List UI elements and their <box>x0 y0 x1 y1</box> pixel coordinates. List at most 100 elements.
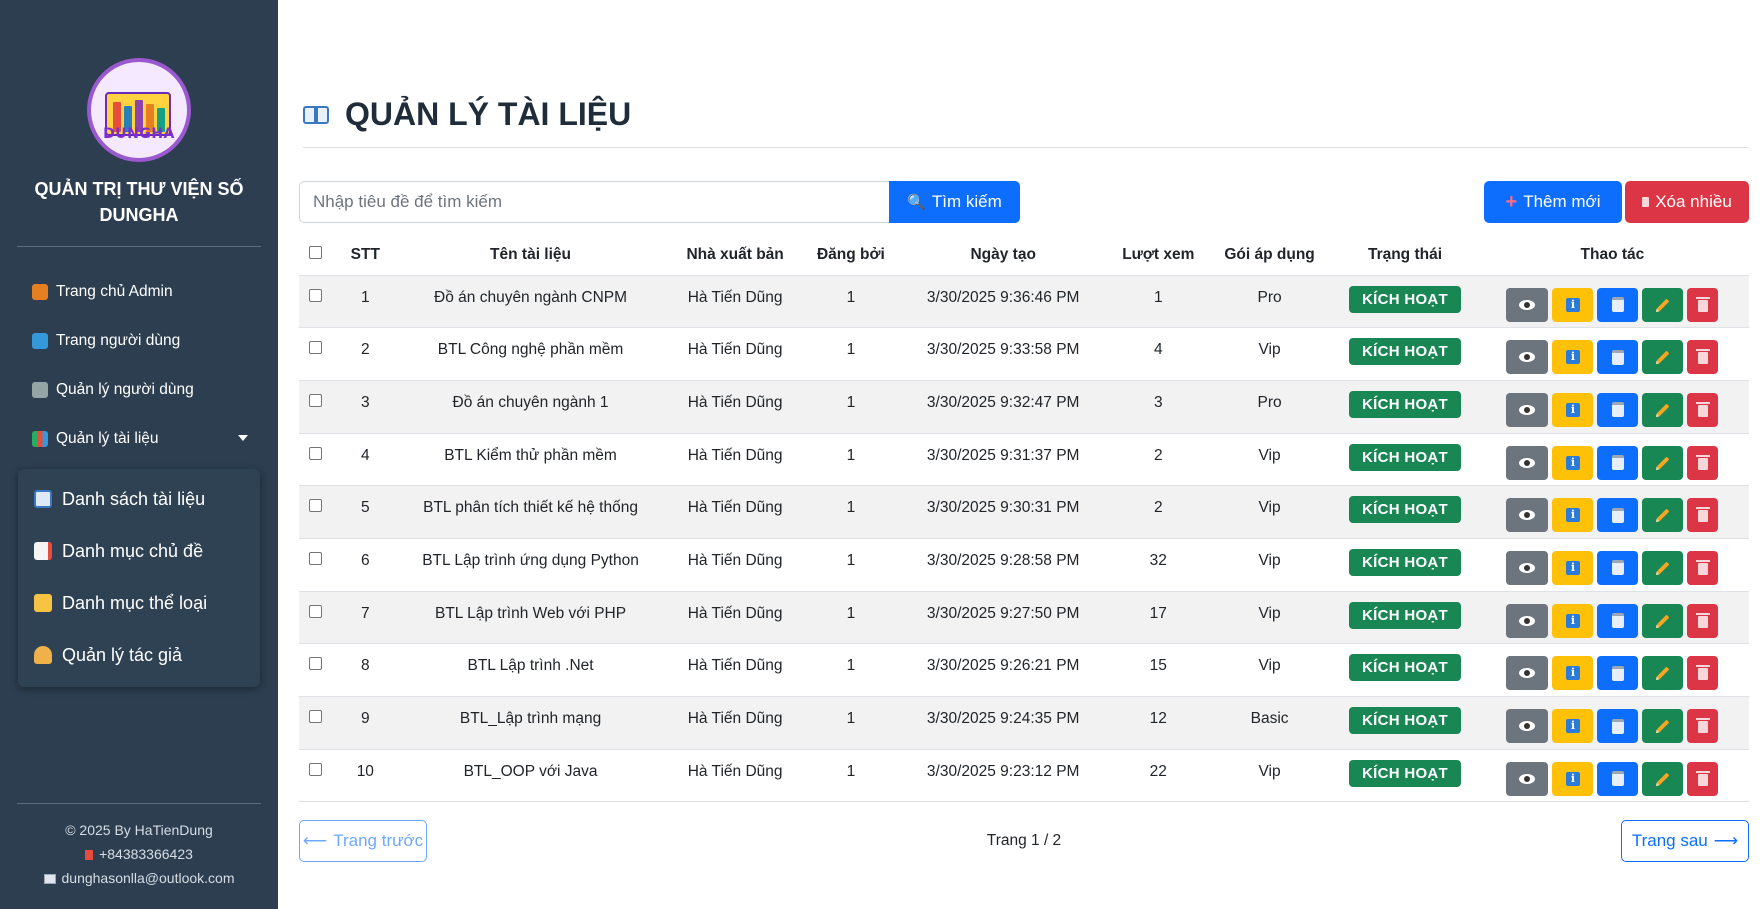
status-badge[interactable]: KÍCH HOẠT <box>1348 496 1462 524</box>
search-input[interactable] <box>299 181 890 223</box>
sidebar-item-admin-home[interactable]: Trang chủ Admin <box>0 267 278 316</box>
copy-button[interactable] <box>1597 498 1639 533</box>
row-checkbox[interactable] <box>309 288 323 302</box>
view-button[interactable] <box>1506 340 1549 375</box>
delete-button[interactable] <box>1687 498 1719 533</box>
status-badge[interactable]: KÍCH HOẠT <box>1348 759 1462 787</box>
column-header[interactable]: Lượt xem <box>1111 235 1205 276</box>
view-button[interactable] <box>1506 761 1549 796</box>
chevron-down-icon[interactable] <box>238 435 248 441</box>
copy-button[interactable] <box>1597 603 1639 638</box>
status-badge[interactable]: KÍCH HOẠT <box>1348 443 1462 471</box>
sidebar-item-label: Quản lý tài liệu <box>56 429 159 447</box>
view-button[interactable] <box>1506 445 1549 480</box>
view-button[interactable] <box>1506 392 1549 427</box>
column-header[interactable]: Ngày tạo <box>894 235 1112 276</box>
column-header[interactable]: STT <box>332 235 398 276</box>
status-badge[interactable]: KÍCH HOẠT <box>1348 390 1462 418</box>
row-checkbox[interactable] <box>309 762 323 776</box>
select-all-checkbox[interactable] <box>309 245 323 259</box>
column-header[interactable]: Nhà xuất bản <box>663 235 808 276</box>
delete-button[interactable] <box>1687 340 1719 375</box>
delete-button[interactable] <box>1687 445 1719 480</box>
add-new-button[interactable]: + Thêm mới <box>1484 181 1622 223</box>
edit-button[interactable] <box>1642 761 1684 796</box>
info-button[interactable]: i <box>1552 603 1594 638</box>
info-button[interactable]: i <box>1552 340 1594 375</box>
search-button[interactable]: 🔍 Tìm kiếm <box>889 181 1020 223</box>
copy-button[interactable] <box>1597 656 1639 691</box>
row-checkbox[interactable] <box>309 657 323 671</box>
sidebar-item-user-page[interactable]: Trang người dùng <box>0 316 278 365</box>
status-badge[interactable]: KÍCH HOẠT <box>1348 285 1462 313</box>
edit-button[interactable] <box>1642 392 1684 427</box>
row-checkbox[interactable] <box>309 446 323 460</box>
copy-button[interactable] <box>1597 340 1639 375</box>
view-button[interactable] <box>1506 656 1549 691</box>
delete-button[interactable] <box>1687 603 1719 638</box>
info-button[interactable]: i <box>1552 550 1594 585</box>
sidebar-item-user-management[interactable]: Quản lý người dùng <box>0 365 278 414</box>
view-button[interactable] <box>1506 709 1549 743</box>
delete-button[interactable] <box>1687 656 1719 691</box>
delete-button[interactable] <box>1687 761 1719 796</box>
delete-button[interactable] <box>1687 392 1719 427</box>
sidebar-item-document-management[interactable]: Quản lý tài liệu <box>0 414 278 463</box>
edit-button[interactable] <box>1642 656 1684 691</box>
status-badge[interactable]: KÍCH HOẠT <box>1348 338 1462 366</box>
status-badge[interactable]: KÍCH HOẠT <box>1348 601 1462 629</box>
row-checkbox[interactable] <box>309 710 323 723</box>
status-badge[interactable]: KÍCH HOẠT <box>1348 654 1462 682</box>
view-button[interactable] <box>1506 550 1549 585</box>
copy-button[interactable] <box>1597 550 1639 585</box>
submenu-item-author-management[interactable]: Quản lý tác giả <box>18 629 260 681</box>
view-button[interactable] <box>1506 498 1549 533</box>
row-checkbox[interactable] <box>309 393 323 407</box>
submenu-item-document-list[interactable]: Danh sách tài liệu <box>18 473 260 525</box>
info-button[interactable]: i <box>1552 709 1594 743</box>
table-cell-created: 3/30/2025 9:30:31 PM <box>894 485 1112 539</box>
column-header[interactable]: Đăng bởi <box>807 235 895 276</box>
edit-button[interactable] <box>1642 550 1684 585</box>
status-badge[interactable]: KÍCH HOẠT <box>1348 707 1462 734</box>
row-checkbox[interactable] <box>309 604 323 618</box>
info-button[interactable]: i <box>1552 392 1594 427</box>
column-header[interactable]: Trạng thái <box>1334 235 1476 276</box>
row-checkbox[interactable] <box>309 341 323 355</box>
edit-button[interactable] <box>1642 287 1684 322</box>
copy-button[interactable] <box>1597 709 1639 743</box>
column-header[interactable]: Tên tài liệu <box>397 235 664 276</box>
info-button[interactable]: i <box>1552 656 1594 691</box>
edit-button[interactable] <box>1642 709 1684 743</box>
pencil-icon <box>1656 403 1670 417</box>
info-button[interactable]: i <box>1552 498 1594 533</box>
copy-button[interactable] <box>1597 392 1639 427</box>
row-checkbox[interactable] <box>309 551 323 565</box>
logo[interactable]: DUNGHA <box>87 58 191 162</box>
submenu-item-genre-categories[interactable]: Danh mục thể loại <box>18 577 260 629</box>
status-badge[interactable]: KÍCH HOẠT <box>1348 548 1462 576</box>
edit-button[interactable] <box>1642 498 1684 533</box>
row-checkbox[interactable] <box>309 499 323 513</box>
edit-button[interactable] <box>1642 445 1684 480</box>
column-header[interactable]: Gói áp dụng <box>1204 235 1335 276</box>
edit-button[interactable] <box>1642 340 1684 375</box>
row-actions: i <box>1476 761 1749 796</box>
next-page-button[interactable]: Trang sau ⟶ <box>1621 820 1749 862</box>
submenu-item-topic-categories[interactable]: Danh mục chủ đề <box>18 525 260 577</box>
delete-button[interactable] <box>1687 287 1719 322</box>
edit-button[interactable] <box>1642 603 1684 638</box>
view-button[interactable] <box>1506 287 1549 322</box>
copy-button[interactable] <box>1597 761 1639 796</box>
trash-icon <box>1695 507 1710 523</box>
delete-button[interactable] <box>1687 709 1719 743</box>
copy-button[interactable] <box>1597 445 1639 480</box>
view-button[interactable] <box>1506 603 1549 638</box>
info-button[interactable]: i <box>1552 761 1594 796</box>
delete-button[interactable] <box>1687 550 1719 585</box>
delete-many-button[interactable]: Xóa nhiều <box>1625 181 1749 223</box>
info-button[interactable]: i <box>1552 445 1594 480</box>
copy-button[interactable] <box>1597 287 1639 322</box>
info-button[interactable]: i <box>1552 287 1594 322</box>
info-icon: i <box>1565 297 1580 312</box>
